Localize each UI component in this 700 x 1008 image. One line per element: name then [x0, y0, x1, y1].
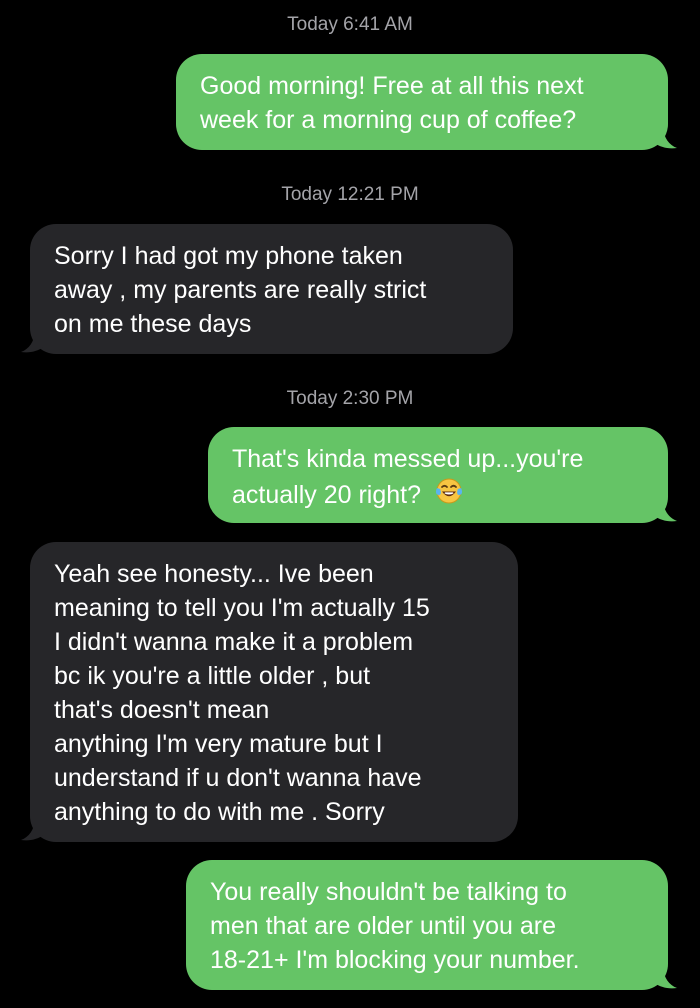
- message-line: that's doesn't mean: [54, 696, 270, 724]
- received-message-bubble[interactable]: Yeah see honesty... Ive been meaning to …: [21, 542, 518, 842]
- bubble-tail-icon: [21, 820, 45, 841]
- message-line: away , my parents are really strict: [54, 276, 427, 304]
- received-message-bubble[interactable]: Sorry I had got my phone taken away , my…: [21, 224, 513, 354]
- message-line: on me these days: [54, 310, 252, 338]
- message-line: understand if u don't wanna have: [54, 764, 422, 792]
- timestamp: Today 12:21 PM: [281, 184, 419, 205]
- message-line: men that are older until you are: [210, 912, 557, 940]
- message-line: anything to do with me . Sorry: [54, 798, 385, 826]
- bubble-tail-icon: [653, 501, 677, 522]
- message-line: meaning to tell you I'm actually 15: [54, 594, 430, 622]
- bubble-tail-icon: [653, 128, 677, 149]
- message-line: I didn't wanna make it a problem: [54, 628, 414, 656]
- message-line: That's kinda messed up...you're: [232, 445, 584, 473]
- message-line: You really shouldn't be talking to: [210, 878, 567, 906]
- message-line: bc ik you're a little older , but: [54, 662, 371, 690]
- message-line: Good morning! Free at all this next: [200, 72, 584, 100]
- timestamp: Today 2:30 PM: [286, 388, 414, 409]
- message-line: 18-21+ I'm blocking your number.: [210, 946, 580, 974]
- message-line: Yeah see honesty... Ive been: [54, 560, 374, 588]
- sent-message-bubble[interactable]: Good morning! Free at all this next week…: [176, 54, 677, 150]
- message-line: week for a morning cup of coffee?: [200, 106, 577, 134]
- sent-message-bubble[interactable]: That's kinda messed up...you're actually…: [208, 427, 677, 523]
- message-line: actually 20 right?: [232, 481, 422, 509]
- bubble-tail-icon: [653, 968, 677, 989]
- bubble-tail-icon: [21, 332, 45, 353]
- message-line: Sorry I had got my phone taken: [54, 242, 403, 270]
- sent-message-bubble[interactable]: You really shouldn't be talking to men t…: [186, 860, 677, 990]
- tears-of-joy-emoji-icon: [435, 478, 463, 504]
- message-thread[interactable]: Today 6:41 AM Good morning! Free at all …: [0, 0, 700, 1008]
- message-line: anything I'm very mature but I: [54, 730, 383, 758]
- timestamp: Today 6:41 AM: [287, 14, 413, 35]
